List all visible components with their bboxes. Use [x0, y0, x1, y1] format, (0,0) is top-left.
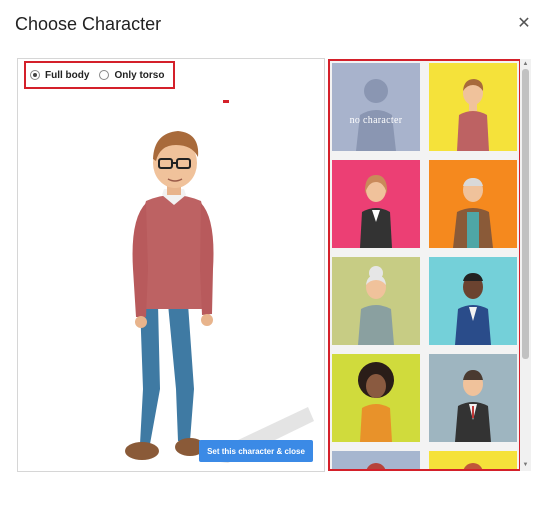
character-avatar-image	[332, 451, 420, 469]
character-tile-3[interactable]	[332, 160, 420, 248]
scroll-down-icon[interactable]: ▼	[522, 462, 529, 468]
character-full-body-image	[125, 131, 314, 463]
character-avatar-image	[332, 354, 420, 442]
character-tile-7[interactable]	[332, 354, 420, 442]
silhouette-icon	[332, 63, 420, 151]
character-tile-6[interactable]	[429, 257, 517, 345]
full-body-radio[interactable]: Full body	[30, 70, 89, 81]
character-tile-10[interactable]	[429, 451, 517, 469]
set-character-button[interactable]: Set this character & close	[199, 440, 313, 462]
scroll-up-icon[interactable]: ▲	[522, 61, 529, 67]
character-tile-none[interactable]: no character	[332, 63, 420, 151]
character-tile-4[interactable]	[429, 160, 517, 248]
full-body-radio-dot[interactable]	[30, 70, 40, 80]
close-icon[interactable]: ✕	[515, 15, 533, 33]
character-gallery: no character	[328, 59, 521, 471]
character-tile-5[interactable]	[332, 257, 420, 345]
only-torso-label: Only torso	[114, 69, 165, 81]
character-avatar-image	[429, 257, 517, 345]
scrollbar-thumb[interactable]	[522, 69, 529, 359]
dialog-title: Choose Character	[15, 14, 162, 34]
character-avatar-image	[429, 63, 517, 151]
gallery-scrollbar[interactable]: ▲ ▼	[520, 59, 531, 471]
only-torso-radio[interactable]: Only torso	[99, 70, 164, 81]
full-body-label: Full body	[45, 69, 90, 81]
character-avatar-image	[429, 160, 517, 248]
character-preview-panel: Full body Only torso Set this character …	[17, 58, 325, 472]
character-avatar-image	[429, 354, 517, 442]
character-avatar-image	[332, 257, 420, 345]
no-character-label: no character	[349, 115, 403, 126]
only-torso-radio-dot[interactable]	[99, 70, 110, 80]
character-avatar-image	[332, 160, 420, 248]
character-tile-2[interactable]	[429, 63, 517, 151]
character-tile-8[interactable]	[429, 354, 517, 442]
character-avatar-image	[429, 451, 517, 469]
character-tile-9[interactable]	[332, 451, 420, 469]
pose-options: Full body Only torso	[24, 61, 175, 89]
